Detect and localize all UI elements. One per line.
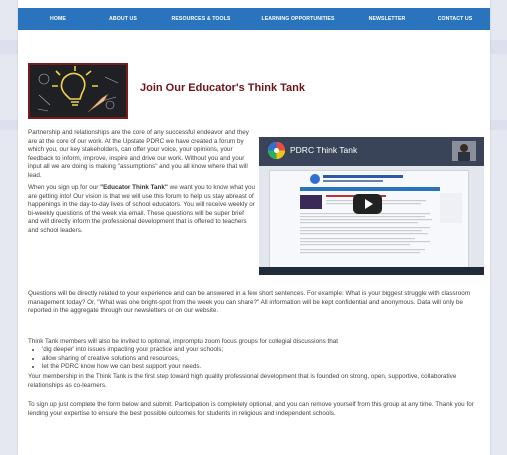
signup-bold-text: "Educator Think Tank" [100,184,168,191]
play-button[interactable] [353,194,382,214]
questions-paragraph: Questions will be directly related to yo… [28,290,471,315]
presenter-thumbnail [452,141,476,161]
signup-form-paragraph: To sign up just complete the form below … [28,401,474,417]
signup-text-after: we want you to know what you are getting… [28,184,256,234]
lightbulb-chalkboard-icon [28,63,128,119]
nav-about-us[interactable]: ABOUT US [98,16,148,22]
signup-paragraph: When you sign up for our "Educator Think… [28,184,256,236]
play-icon [364,199,373,209]
page-content: HOME ABOUT US RESOURCES & TOOLS LEARNING… [18,0,490,455]
list-item: let the PDRC know how we can best suppor… [42,363,486,372]
nav-resources-tools[interactable]: RESOURCES & TOOLS [168,16,234,22]
list-item: allow sharing of creative solutions and … [42,355,486,364]
nav-contact-us[interactable]: CONTACT US [432,16,478,22]
membership-paragraph: Your membership in the Think Tank is the… [28,373,457,389]
pdrc-logo-icon [268,142,285,159]
video-taskbar [259,267,484,275]
nav-learning-opportunities[interactable]: LEARNING OPPORTUNITIES [256,16,340,22]
video-player[interactable]: PDRC Think Tank [259,137,484,275]
page-title: Join Our Educator's Think Tank [140,82,305,94]
focus-groups-list: 'dig deeper' into issues impacting your … [28,346,486,372]
main-nav: HOME ABOUT US RESOURCES & TOOLS LEARNING… [18,8,490,30]
nav-home[interactable]: HOME [36,16,80,22]
list-item: 'dig deeper' into issues impacting your … [42,346,486,355]
website-screenshot [269,170,469,268]
intro-paragraph: Partnership and relationships are the co… [28,129,249,179]
signup-text-before: When you sign up for our [28,184,101,191]
video-title: PDRC Think Tank [290,145,358,155]
nav-newsletter[interactable]: NEWSLETTER [362,16,412,22]
